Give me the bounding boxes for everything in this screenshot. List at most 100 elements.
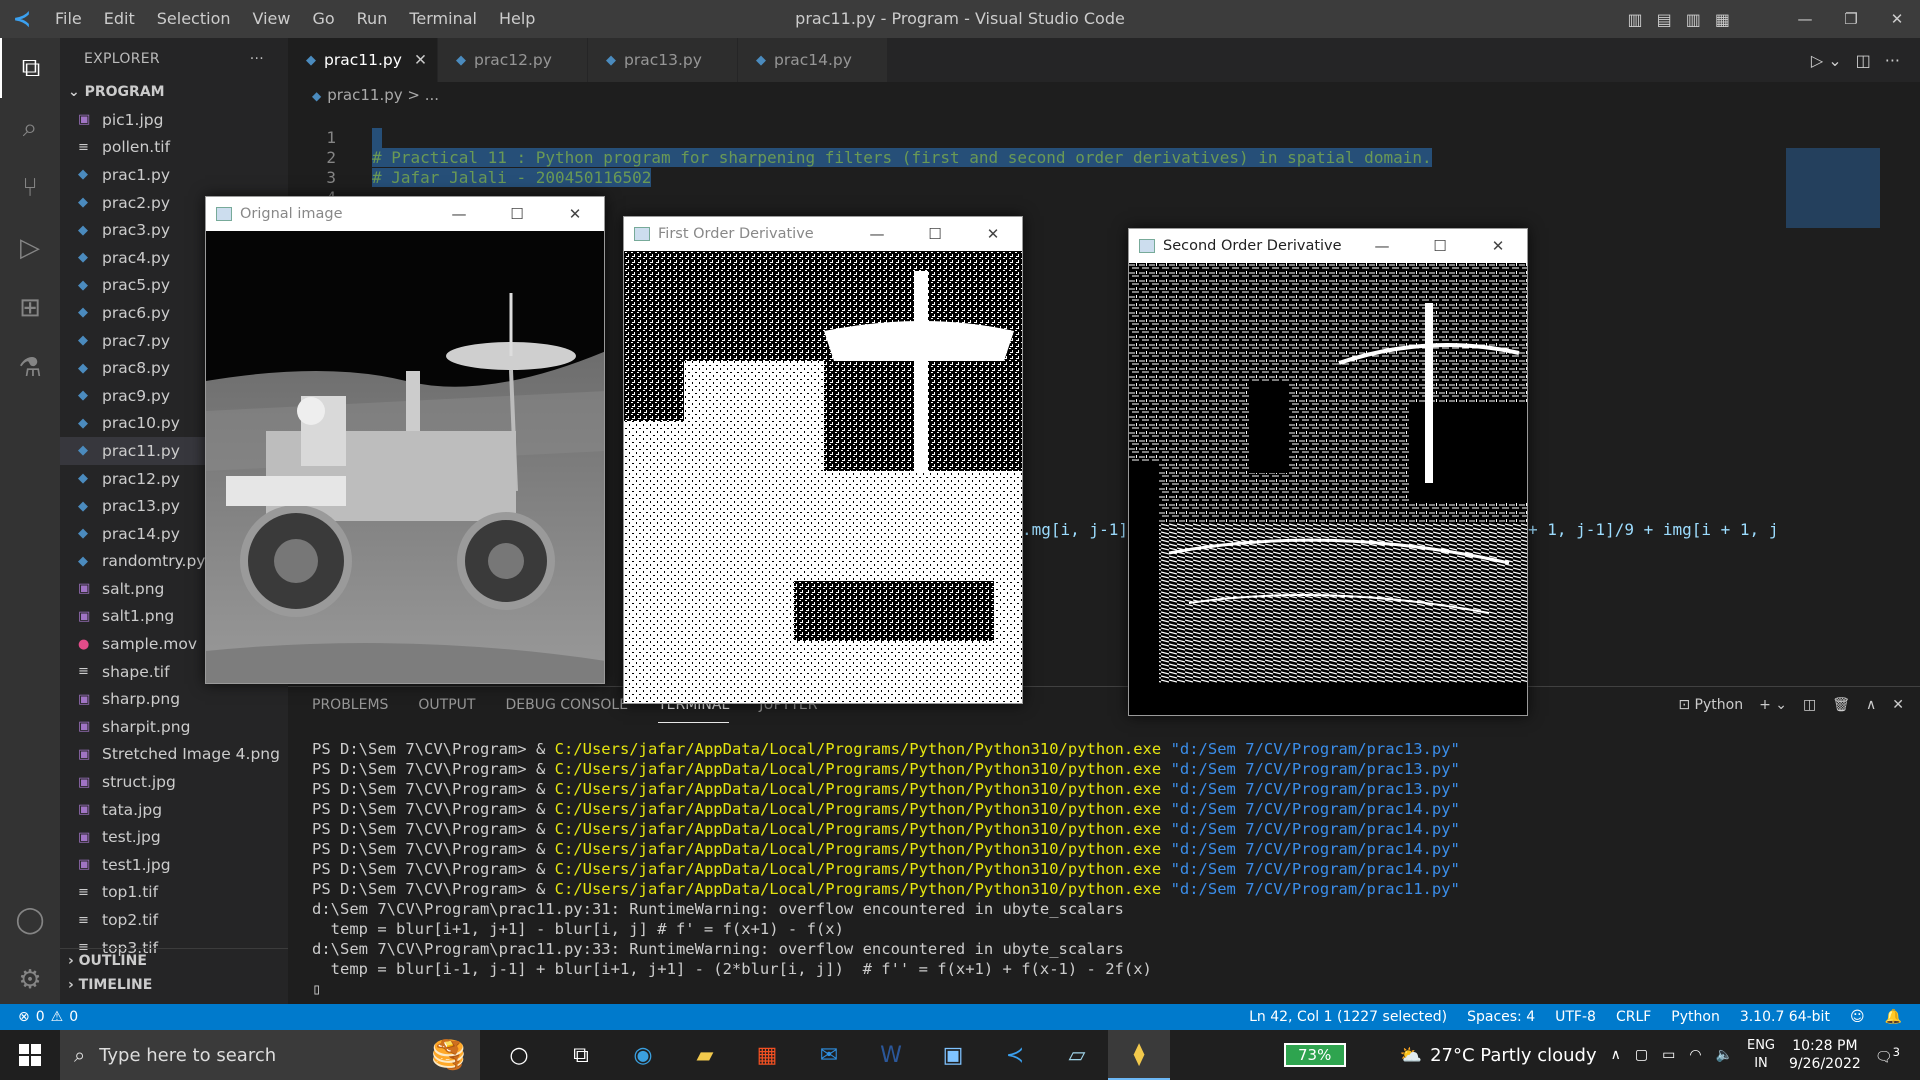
explorer-more-icon[interactable]: ··· — [250, 51, 264, 67]
toggle-sidebar-icon[interactable]: ▥ — [1628, 10, 1643, 29]
file-item[interactable]: ▣ tata.jpg — [60, 796, 288, 824]
panel-tab-debug-console[interactable]: DEBUG CONSOLE — [505, 687, 628, 723]
explorer-icon[interactable]: ⧉ — [0, 38, 60, 98]
close-icon[interactable]: ✕ — [1469, 229, 1527, 263]
menu-view[interactable]: View — [242, 0, 302, 38]
windows-start-icon[interactable] — [0, 1030, 60, 1080]
menu-go[interactable]: Go — [301, 0, 345, 38]
menu-run[interactable]: Run — [346, 0, 399, 38]
input-language[interactable]: ENG IN — [1747, 1037, 1775, 1073]
close-panel-icon[interactable]: ✕ — [1892, 697, 1904, 713]
cv-window-titlebar[interactable]: Orignal image — ☐ ✕ — [206, 197, 604, 231]
menu-edit[interactable]: Edit — [93, 0, 146, 38]
encoding[interactable]: UTF-8 — [1555, 1009, 1596, 1025]
mail-icon[interactable]: ✉ — [798, 1030, 860, 1080]
python-taskbar-icon[interactable]: ⧫ — [1108, 1030, 1170, 1080]
word-icon[interactable]: W — [860, 1030, 922, 1080]
file-item[interactable]: ▣ test.jpg — [60, 823, 288, 851]
file-item[interactable]: ▣ test1.jpg — [60, 851, 288, 879]
close-icon[interactable]: ✕ — [964, 217, 1022, 251]
tray-overflow-icon[interactable]: ∧ — [1611, 1047, 1621, 1063]
settings-gear-icon[interactable]: ⚙ — [0, 950, 60, 1010]
outline-section[interactable]: › OUTLINE — [60, 949, 288, 973]
file-item[interactable]: ▣ Stretched Image 4.png — [60, 741, 288, 769]
clock[interactable]: 10:28 PM 9/26/2022 — [1789, 1037, 1861, 1073]
run-file-icon[interactable]: ▷ ⌄ — [1811, 51, 1842, 70]
maximize-icon[interactable]: ☐ — [488, 197, 546, 231]
minimize-icon[interactable]: — — [848, 217, 906, 251]
file-item[interactable]: ≡ top2.tif — [60, 906, 288, 934]
kill-terminal-icon[interactable]: 🗑 — [1832, 697, 1850, 713]
file-item[interactable]: ▣ pic1.jpg — [60, 106, 288, 134]
microsoft-store-icon[interactable]: ▦ — [736, 1030, 798, 1080]
minimize-icon[interactable]: — — [1353, 229, 1411, 263]
timeline-section[interactable]: › TIMELINE — [60, 973, 288, 997]
end-of-line[interactable]: CRLF — [1616, 1009, 1651, 1025]
restore-icon[interactable]: ❐ — [1828, 0, 1874, 38]
maximize-icon[interactable]: ☐ — [1411, 229, 1469, 263]
search-icon[interactable]: ⌕ — [0, 98, 60, 158]
cv-window-first-order[interactable]: First Order Derivative — ☐ ✕ — [623, 216, 1023, 704]
notifications-bell-icon[interactable]: 🔔 — [1885, 1009, 1902, 1025]
battery-icon[interactable]: ▭ — [1662, 1047, 1675, 1063]
file-explorer-icon[interactable]: ▰ — [674, 1030, 736, 1080]
cv-window-original[interactable]: Orignal image — ☐ ✕ — [205, 196, 605, 684]
taskbar-search[interactable]: ⌕ Type here to search 🥞 — [60, 1030, 480, 1080]
edge-icon[interactable]: ◉ — [612, 1030, 674, 1080]
file-item[interactable]: ≡ top1.tif — [60, 879, 288, 907]
vscode-taskbar-icon[interactable]: ≺ — [984, 1030, 1046, 1080]
source-control-icon[interactable]: ⑂ — [0, 158, 60, 218]
panel-tab-output[interactable]: OUTPUT — [418, 687, 475, 723]
tab-prac13[interactable]: ◆ prac13.py — [588, 38, 738, 82]
cv-window-titlebar[interactable]: First Order Derivative — ☐ ✕ — [624, 217, 1022, 251]
close-icon[interactable]: ✕ — [1874, 0, 1920, 38]
cv-window-second-order[interactable]: Second Order Derivative — ☐ ✕ — [1128, 228, 1528, 716]
cursor-position[interactable]: Ln 42, Col 1 (1227 selected) — [1249, 1009, 1447, 1025]
tab-prac14[interactable]: ◆ prac14.py — [738, 38, 888, 82]
close-icon[interactable]: ✕ — [546, 197, 604, 231]
menu-selection[interactable]: Selection — [146, 0, 242, 38]
file-item[interactable]: ▣ sharpit.png — [60, 713, 288, 741]
volume-icon[interactable]: 🔈 — [1716, 1047, 1733, 1063]
tab-prac11[interactable]: ◆ prac11.py ✕ — [288, 38, 438, 82]
feedback-icon[interactable]: ☺ — [1850, 1009, 1865, 1025]
control-panel-icon[interactable]: ▣ — [922, 1030, 984, 1080]
split-editor-icon[interactable]: ◫ — [1856, 51, 1871, 70]
notepad-icon[interactable]: ▱ — [1046, 1030, 1108, 1080]
weather-widget[interactable]: ⛅ 27°C Partly cloudy — [1400, 1045, 1597, 1066]
run-debug-icon[interactable]: ▷ — [0, 218, 60, 278]
meet-now-icon[interactable]: ▢ — [1635, 1047, 1648, 1063]
close-tab-icon[interactable]: ✕ — [414, 51, 427, 69]
status-problems[interactable]: ⊗ 0 ⚠ 0 — [0, 1009, 78, 1025]
toggle-panel-icon[interactable]: ▤ — [1657, 10, 1672, 29]
menu-terminal[interactable]: Terminal — [398, 0, 488, 38]
wifi-icon[interactable]: ◠ — [1689, 1047, 1701, 1063]
menu-file[interactable]: File — [44, 0, 93, 38]
cortana-icon[interactable]: ○ — [488, 1030, 550, 1080]
battery-indicator[interactable]: 73% — [1283, 1043, 1346, 1067]
menu-help[interactable]: Help — [488, 0, 546, 38]
tab-prac12[interactable]: ◆ prac12.py — [438, 38, 588, 82]
python-interpreter[interactable]: 3.10.7 64-bit — [1740, 1009, 1830, 1025]
terminal-shell[interactable]: ⊡ Python — [1678, 697, 1743, 713]
more-actions-icon[interactable]: ··· — [1885, 51, 1900, 70]
toggle-secondary-sidebar-icon[interactable]: ▥ — [1686, 10, 1701, 29]
file-item[interactable]: ◆ prac1.py — [60, 161, 288, 189]
notification-center-icon[interactable]: 🗨3 — [1875, 1045, 1900, 1066]
minimap[interactable] — [1782, 108, 1882, 724]
indentation[interactable]: Spaces: 4 — [1467, 1009, 1535, 1025]
maximize-panel-icon[interactable]: ∧ — [1866, 697, 1876, 713]
panel-tab-problems[interactable]: PROBLEMS — [312, 687, 388, 723]
extensions-icon[interactable]: ⊞ — [0, 278, 60, 338]
accounts-icon[interactable]: ◯ — [0, 890, 60, 950]
new-terminal-icon[interactable]: + ⌄ — [1759, 697, 1787, 713]
split-terminal-icon[interactable]: ◫ — [1803, 697, 1816, 713]
customize-layout-icon[interactable]: ▦ — [1715, 10, 1730, 29]
file-item[interactable]: ≡ pollen.tif — [60, 134, 288, 162]
language-mode[interactable]: Python — [1671, 1009, 1720, 1025]
breadcrumb-file[interactable]: prac11.py — [327, 86, 402, 104]
maximize-icon[interactable]: ☐ — [906, 217, 964, 251]
folder-section-program[interactable]: ⌄ PROGRAM — [60, 80, 288, 104]
testing-icon[interactable]: ⚗ — [0, 338, 60, 398]
cv-window-titlebar[interactable]: Second Order Derivative — ☐ ✕ — [1129, 229, 1527, 263]
